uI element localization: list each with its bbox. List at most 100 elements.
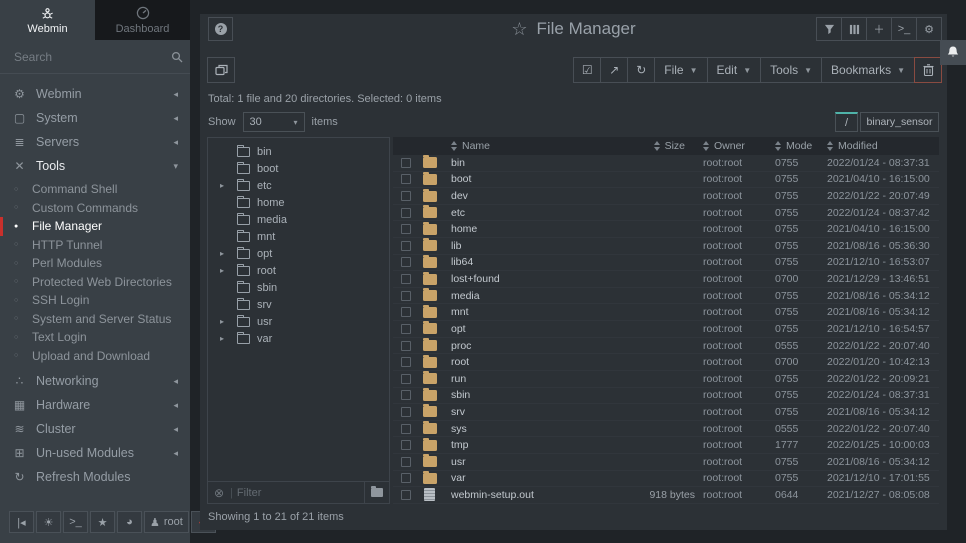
cell-name[interactable]: dev (451, 190, 603, 202)
expand-arrow-icon[interactable]: ▸ (220, 181, 230, 190)
sidebar-item-cluster[interactable]: ≋Cluster◂ (0, 417, 190, 441)
cell-name[interactable]: opt (451, 323, 603, 335)
expand-arrow-icon[interactable]: ▸ (220, 266, 230, 275)
sidebar-item-file-manager[interactable]: ●File Manager (0, 217, 190, 236)
row-checkbox[interactable] (401, 191, 411, 201)
export-button[interactable]: ↗ (600, 57, 628, 83)
column-header-size[interactable]: Size (603, 140, 703, 152)
favorite-star-icon[interactable]: ☆ (511, 19, 527, 39)
cell-name[interactable]: run (451, 373, 603, 385)
table-row-lib64[interactable]: lib64root:root07552021/12/10 - 16:53:07 (393, 255, 939, 272)
row-checkbox[interactable] (401, 457, 411, 467)
row-checkbox[interactable] (401, 341, 411, 351)
column-header-modified[interactable]: Modified (827, 140, 939, 152)
sidebar-item-refresh-modules[interactable]: ↻Refresh Modules (0, 465, 190, 489)
cell-name[interactable]: webmin-setup.out (451, 489, 603, 501)
sidebar-item-http-tunnel[interactable]: ○HTTP Tunnel (0, 236, 190, 255)
cell-name[interactable]: mnt (451, 306, 603, 318)
cell-name[interactable]: root (451, 356, 603, 368)
path-root-button[interactable]: / (835, 112, 858, 132)
cell-name[interactable]: sys (451, 423, 603, 435)
table-row-opt[interactable]: optroot:root07552021/12/10 - 16:54:57 (393, 321, 939, 338)
terminal-button[interactable]: >_ (891, 17, 917, 41)
sidebar-item-custom-commands[interactable]: ○Custom Commands (0, 199, 190, 218)
table-row-sys[interactable]: sysroot:root05552022/01/22 - 20:07:40 (393, 421, 939, 438)
tree-item-sbin[interactable]: sbin (208, 279, 389, 296)
tree-filter-input[interactable] (235, 486, 364, 500)
row-checkbox[interactable] (401, 490, 411, 500)
search-input[interactable] (12, 49, 171, 65)
row-checkbox[interactable] (401, 257, 411, 267)
tab-dashboard[interactable]: Dashboard (95, 0, 190, 40)
row-checkbox[interactable] (401, 324, 411, 334)
settings-button[interactable]: ⚙ (916, 17, 942, 41)
expand-arrow-icon[interactable]: ▸ (220, 249, 230, 258)
table-row-lost-found[interactable]: lost+foundroot:root07002021/12/29 - 13:4… (393, 271, 939, 288)
table-row-usr[interactable]: usrroot:root07552021/08/16 - 05:34:12 (393, 454, 939, 471)
theme-button[interactable]: ☀ (36, 511, 61, 533)
sidebar-item-webmin[interactable]: ⚙Webmin◂ (0, 82, 190, 106)
sidebar-item-perl-modules[interactable]: ○Perl Modules (0, 254, 190, 273)
table-row-proc[interactable]: procroot:root05552022/01/22 - 20:07:40 (393, 338, 939, 355)
column-header-name[interactable]: Name (451, 140, 603, 152)
row-checkbox[interactable] (401, 440, 411, 450)
row-checkbox[interactable] (401, 274, 411, 284)
cell-name[interactable]: home (451, 223, 603, 235)
search-icon[interactable] (171, 51, 183, 63)
row-checkbox[interactable] (401, 291, 411, 301)
row-checkbox[interactable] (401, 174, 411, 184)
expand-arrow-icon[interactable]: ▸ (220, 334, 230, 343)
row-checkbox[interactable] (401, 390, 411, 400)
expand-arrow-icon[interactable]: ▸ (220, 317, 230, 326)
tree-item-boot[interactable]: boot (208, 160, 389, 177)
cell-name[interactable]: boot (451, 173, 603, 185)
row-checkbox[interactable] (401, 307, 411, 317)
tree-item-opt[interactable]: ▸opt (208, 245, 389, 262)
choose-directory-button[interactable] (364, 482, 389, 503)
sidebar-item-system[interactable]: ▢System◂ (0, 106, 190, 130)
sidebar-item-ssh-login[interactable]: ○SSH Login (0, 291, 190, 310)
cell-name[interactable]: lib64 (451, 256, 603, 268)
tree-item-etc[interactable]: ▸etc (208, 177, 389, 194)
sidebar-item-text-login[interactable]: ○Text Login (0, 328, 190, 347)
cell-name[interactable]: sbin (451, 389, 603, 401)
menu-bookmarks-button[interactable]: Bookmarks▼ (821, 57, 915, 83)
tree-item-root[interactable]: ▸root (208, 262, 389, 279)
path-segment-input[interactable]: binary_sensor (860, 112, 939, 132)
user-button[interactable]: ♟root (144, 511, 189, 533)
delete-button[interactable] (914, 57, 942, 83)
terminal-button[interactable]: >_ (63, 511, 88, 533)
table-row-run[interactable]: runroot:root07552022/01/22 - 20:09:21 (393, 371, 939, 388)
sidebar-item-system-and-server-status[interactable]: ○System and Server Status (0, 310, 190, 329)
tree-item-srv[interactable]: srv (208, 296, 389, 313)
tree-item-home[interactable]: home (208, 194, 389, 211)
row-checkbox[interactable] (401, 158, 411, 168)
sidebar-item-servers[interactable]: ≣Servers◂ (0, 130, 190, 154)
cell-name[interactable]: srv (451, 406, 603, 418)
cell-name[interactable]: var (451, 472, 603, 484)
table-row-bin[interactable]: binroot:root07552022/01/24 - 08:37:31 (393, 155, 939, 172)
show-items-select[interactable]: 30 ▾ (243, 112, 305, 132)
cell-name[interactable]: etc (451, 207, 603, 219)
table-row-etc[interactable]: etcroot:root07552022/01/24 - 08:37:42 (393, 205, 939, 222)
table-row-var[interactable]: varroot:root07552021/12/10 - 17:01:55 (393, 471, 939, 488)
cell-name[interactable]: lib (451, 240, 603, 252)
sidebar-item-hardware[interactable]: ▦Hardware◂ (0, 393, 190, 417)
row-checkbox[interactable] (401, 357, 411, 367)
notifications-bell[interactable] (940, 40, 966, 65)
cell-name[interactable]: media (451, 290, 603, 302)
table-row-tmp[interactable]: tmproot:root17772022/01/25 - 10:00:03 (393, 437, 939, 454)
row-checkbox[interactable] (401, 208, 411, 218)
tree-item-mnt[interactable]: mnt (208, 228, 389, 245)
row-checkbox[interactable] (401, 241, 411, 251)
menu-tools-button[interactable]: Tools▼ (760, 57, 822, 83)
table-row-sbin[interactable]: sbinroot:root07552022/01/24 - 08:37:31 (393, 388, 939, 405)
cell-name[interactable]: bin (451, 157, 603, 169)
sidebar-item-protected-web-directories[interactable]: ○Protected Web Directories (0, 273, 190, 292)
tree-item-bin[interactable]: bin (208, 143, 389, 160)
table-row-boot[interactable]: bootroot:root07552021/04/10 - 16:15:00 (393, 172, 939, 189)
menu-file-button[interactable]: File▼ (654, 57, 707, 83)
table-row-lib[interactable]: libroot:root07552021/08/16 - 05:36:30 (393, 238, 939, 255)
add-button[interactable]: ＋ (866, 17, 892, 41)
table-row-root[interactable]: rootroot:root07002022/01/20 - 10:42:13 (393, 354, 939, 371)
